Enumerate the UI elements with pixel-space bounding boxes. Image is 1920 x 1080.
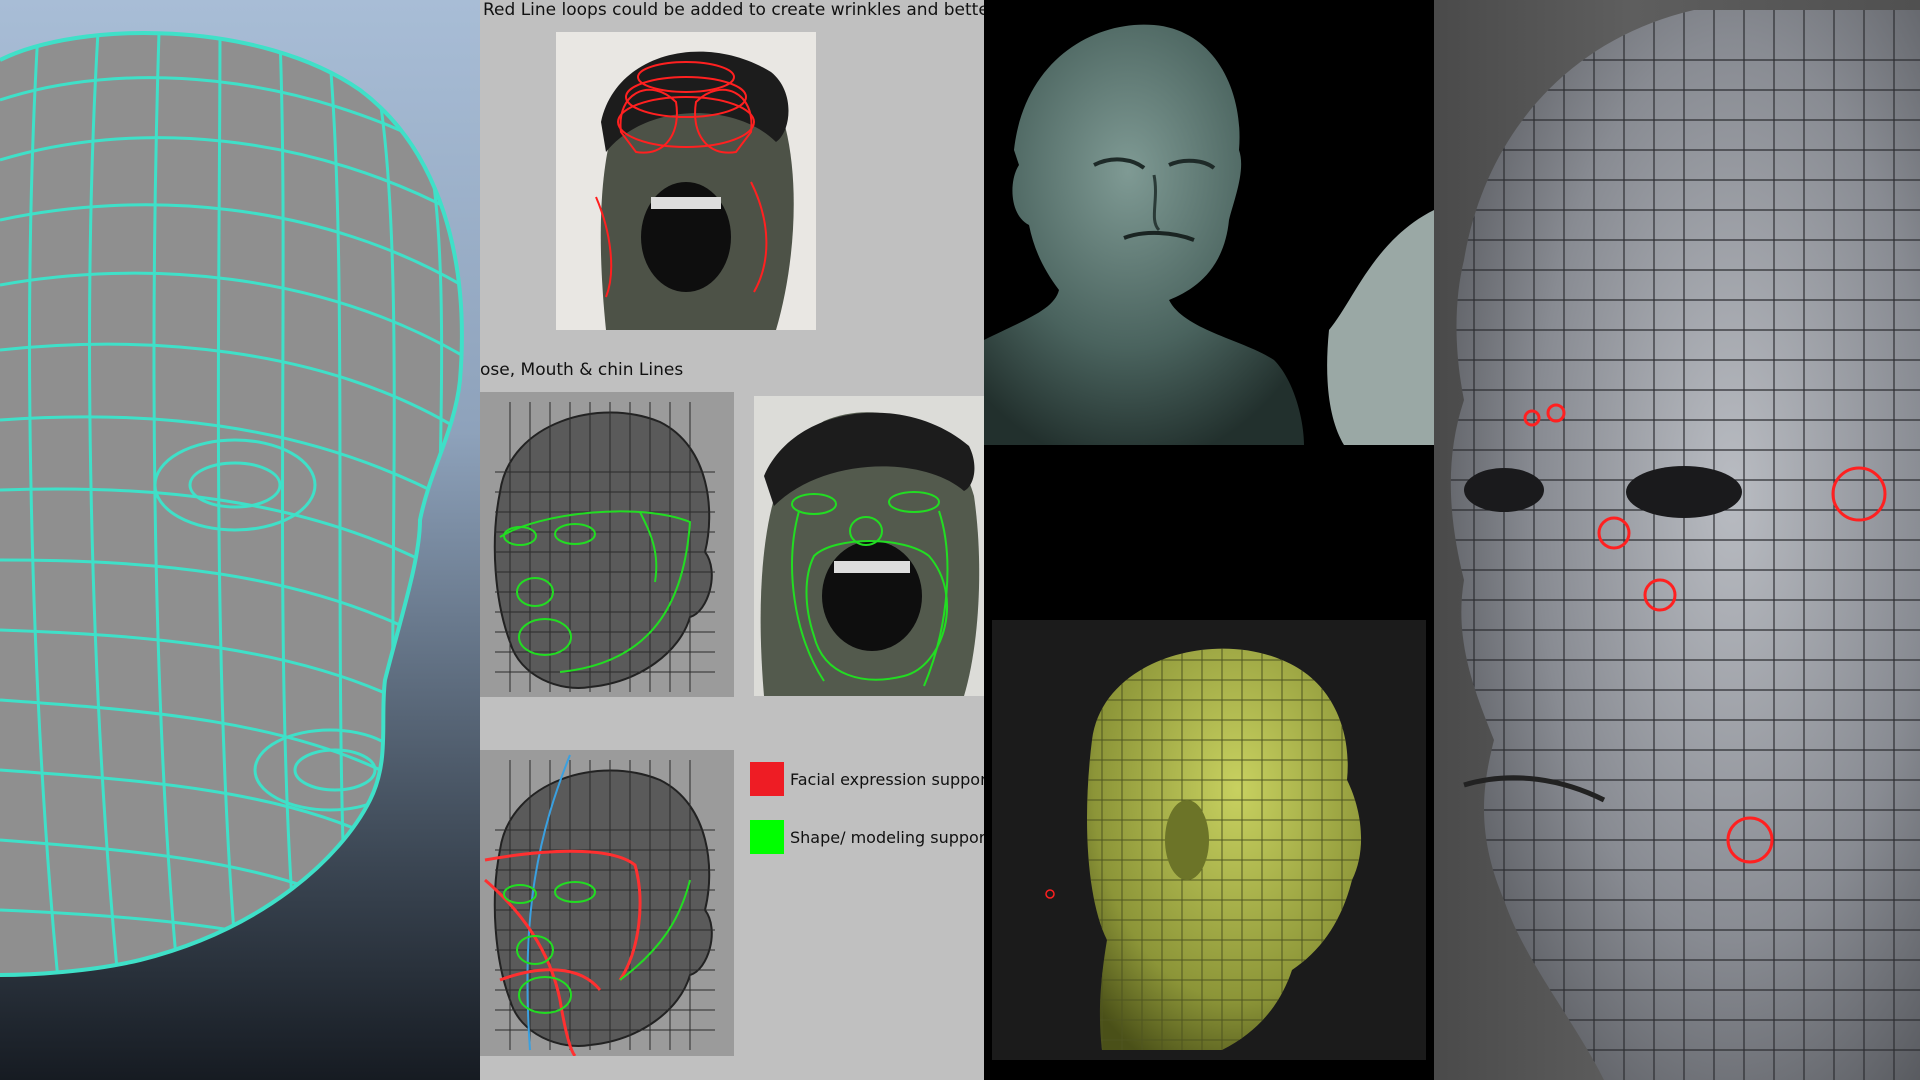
legend-label-shape: Shape/ modeling support li — [790, 828, 984, 847]
teal-bust-sculpt-illustration — [984, 24, 1434, 445]
hulk-photo-red-loops — [556, 32, 816, 330]
green-wireframe-head-illustration — [992, 620, 1426, 1060]
mesh-head-red-green-illustration — [480, 750, 734, 1056]
legend-swatch-red — [750, 762, 784, 796]
legend-label-expression: Facial expression support li — [790, 770, 984, 789]
hulk-face-red-loops-illustration — [556, 32, 816, 330]
sculpt-panel — [984, 0, 1434, 1080]
hulk-photo-green-loops — [754, 396, 984, 696]
topology-guide-panel: Red Line loops could be added to create … — [480, 0, 984, 1080]
legend-swatch-green — [750, 820, 784, 854]
face-closeup-panel — [1434, 0, 1920, 1080]
wireframe-head-illustration — [0, 31, 464, 977]
mesh-head-green-loops — [480, 392, 734, 697]
mesh-head-red-green-loops — [480, 750, 734, 1056]
mesh-head-green-illustration — [480, 392, 734, 697]
hulk-face-green-loops-illustration — [754, 396, 984, 696]
wireframe-head-panel — [0, 0, 480, 1080]
red-loops-caption: Red Line loops could be added to create … — [483, 0, 984, 20]
face-closeup-wireframe-illustration — [1450, 10, 1920, 1080]
nose-mouth-caption: ose, Mouth & chin Lines — [480, 360, 684, 380]
